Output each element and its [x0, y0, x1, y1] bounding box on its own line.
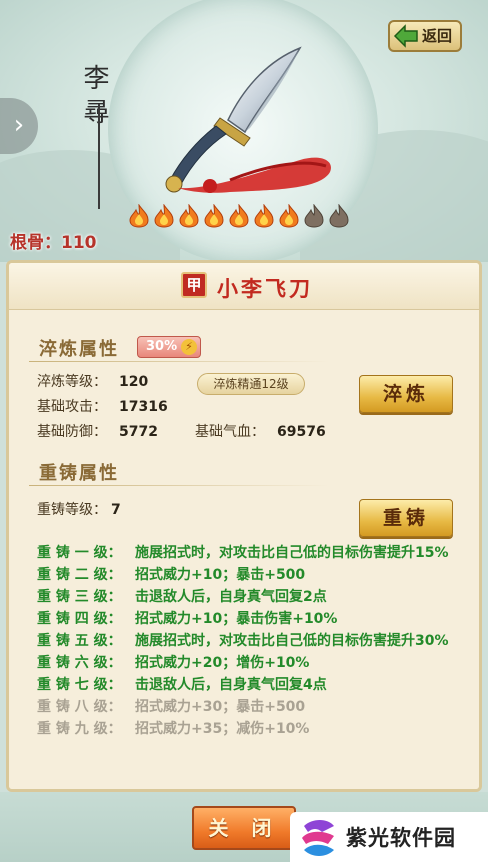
- base-attack-stat: 基础攻击： 17316: [37, 396, 168, 416]
- site-watermark: 紫光软件园: [290, 812, 488, 862]
- recast-effect-text: 击退敌人后，自身真气回复4点: [135, 677, 327, 693]
- recast-effect-list: 重 铸 一 级： 施展招式时，对攻击比自己低的目标伤害提升15% 重 铸 二 级： 招…: [37, 543, 477, 741]
- flame-gem-icon: [254, 204, 274, 228]
- recast-effect-row: 重 铸 七 级： 击退敌人后，自身真气回复4点: [37, 675, 477, 695]
- flame-gem-icon: [129, 204, 149, 228]
- recast-level-label: 重 铸 七 级：: [37, 677, 122, 693]
- stat-label: 基础防御：: [37, 424, 107, 440]
- recast-level-label: 重 铸 九 级：: [37, 721, 122, 737]
- recast-level-label: 重 铸 一 级：: [37, 545, 122, 561]
- arrow-left-icon: [393, 24, 418, 48]
- section-divider: [29, 485, 329, 486]
- stat-value: 120: [119, 374, 149, 390]
- calligraphy-text: 李 尋: [79, 64, 109, 125]
- root-bone-value: 根骨：110: [10, 233, 97, 253]
- chevron-right-icon: ›: [13, 110, 25, 140]
- weapon-detail-panel: 甲 小李飞刀 淬炼属性 30% ⚡ 淬炼等级： 120 基础攻击： 17316 基础…: [6, 260, 482, 792]
- recast-effect-row: 重 铸 三 级： 击退敌人后，自身真气回复2点: [37, 587, 477, 607]
- flame-gem-icon: [154, 204, 174, 228]
- recast-effect-text: 招式威力+30；暴击+500: [135, 699, 306, 715]
- panel-title-bar: 甲 小李飞刀: [9, 263, 479, 310]
- flame-gem-empty-icon: [329, 204, 349, 228]
- recast-level-label: 重 铸 五 级：: [37, 633, 122, 649]
- flame-gem-empty-icon: [304, 204, 324, 228]
- recast-effect-row: 重 铸 六 级： 招式威力+20；增伤+10%: [37, 653, 477, 673]
- calligraphy-seal: 李 尋: [76, 64, 126, 209]
- recast-effect-row: 重 铸 二 级： 招式威力+10；暴击+500: [37, 565, 477, 585]
- quench-level-stat: 淬炼等级： 120: [37, 371, 148, 391]
- recast-button[interactable]: 重铸: [359, 499, 453, 537]
- flame-gem-icon: [179, 204, 199, 228]
- stat-value: 7: [111, 502, 121, 518]
- recast-effect-text: 施展招式时，对攻击比自己低的目标伤害提升15%: [135, 545, 449, 561]
- recast-effect-text: 施展招式时，对攻击比自己低的目标伤害提升30%: [135, 633, 449, 649]
- stat-value: 5772: [119, 424, 158, 440]
- recast-level-stat: 重铸等级： 7: [37, 499, 121, 519]
- recast-effect-text: 招式威力+35；减伤+10%: [135, 721, 310, 737]
- close-button[interactable]: 关 闭: [192, 806, 296, 850]
- section-divider: [29, 361, 329, 362]
- stat-value: 69576: [277, 424, 326, 440]
- quench-percent-badge: 30% ⚡: [137, 336, 201, 358]
- recast-section-title: 重铸属性: [39, 463, 119, 484]
- recast-effect-text: 招式威力+20；增伤+10%: [135, 655, 310, 671]
- watermark-text: 紫光软件园: [346, 826, 456, 850]
- recast-effect-text: 招式威力+10；暴击伤害+10%: [135, 611, 338, 627]
- recast-level-label: 重 铸 三 级：: [37, 589, 122, 605]
- calligraphy-stroke: [98, 104, 100, 209]
- recast-level-label: 重 铸 六 级：: [37, 655, 122, 671]
- quench-section-title: 淬炼属性: [39, 339, 119, 360]
- stat-value: 17316: [119, 399, 168, 415]
- weapon-artwork: 李 尋 › 返回 根骨：110: [0, 0, 488, 262]
- grade-badge: 甲: [181, 272, 207, 298]
- stat-label: 基础气血：: [195, 424, 265, 440]
- weapon-name: 小李飞刀: [217, 277, 313, 301]
- back-button[interactable]: 返回: [388, 20, 462, 52]
- quench-button[interactable]: 淬炼: [359, 375, 453, 413]
- base-defense-stat: 基础防御： 5772: [37, 421, 158, 441]
- base-hp-stat: 基础气血： 69576: [195, 421, 326, 441]
- stat-label: 重铸等级：: [37, 502, 107, 518]
- flame-gem-icon: [279, 204, 299, 228]
- back-label: 返回: [421, 27, 452, 45]
- recast-effect-row: 重 铸 八 级： 招式威力+30；暴击+500: [37, 697, 477, 717]
- recast-effect-text: 击退敌人后，自身真气回复2点: [135, 589, 327, 605]
- quench-percent: 30%: [146, 339, 178, 354]
- watermark-logo-icon: [302, 820, 334, 856]
- recast-effect-row: 重 铸 九 级： 招式威力+35；减伤+10%: [37, 719, 477, 739]
- recast-level-label: 重 铸 二 级：: [37, 567, 122, 583]
- recast-level-label: 重 铸 八 级：: [37, 699, 122, 715]
- recast-effect-text: 招式威力+10；暴击+500: [135, 567, 306, 583]
- recast-effect-row: 重 铸 五 级： 施展招式时，对攻击比自己低的目标伤害提升30%: [37, 631, 477, 651]
- recast-effect-row: 重 铸 四 级： 招式威力+10；暴击伤害+10%: [37, 609, 477, 629]
- stat-label: 基础攻击：: [37, 399, 107, 415]
- stat-label: 淬炼等级：: [37, 374, 107, 390]
- scroll-fade: [9, 759, 479, 789]
- refine-gems: [128, 204, 350, 228]
- recast-level-label: 重 铸 四 级：: [37, 611, 122, 627]
- side-nav-arrow-button[interactable]: ›: [0, 98, 38, 154]
- bolt-icon: ⚡: [181, 339, 197, 355]
- recast-effect-row: 重 铸 一 级： 施展招式时，对攻击比自己低的目标伤害提升15%: [37, 543, 477, 563]
- flame-gem-icon: [204, 204, 224, 228]
- flame-gem-icon: [229, 204, 249, 228]
- flying-dagger-icon: [165, 46, 331, 193]
- quench-mastery-badge: 淬炼精通12级: [197, 373, 305, 395]
